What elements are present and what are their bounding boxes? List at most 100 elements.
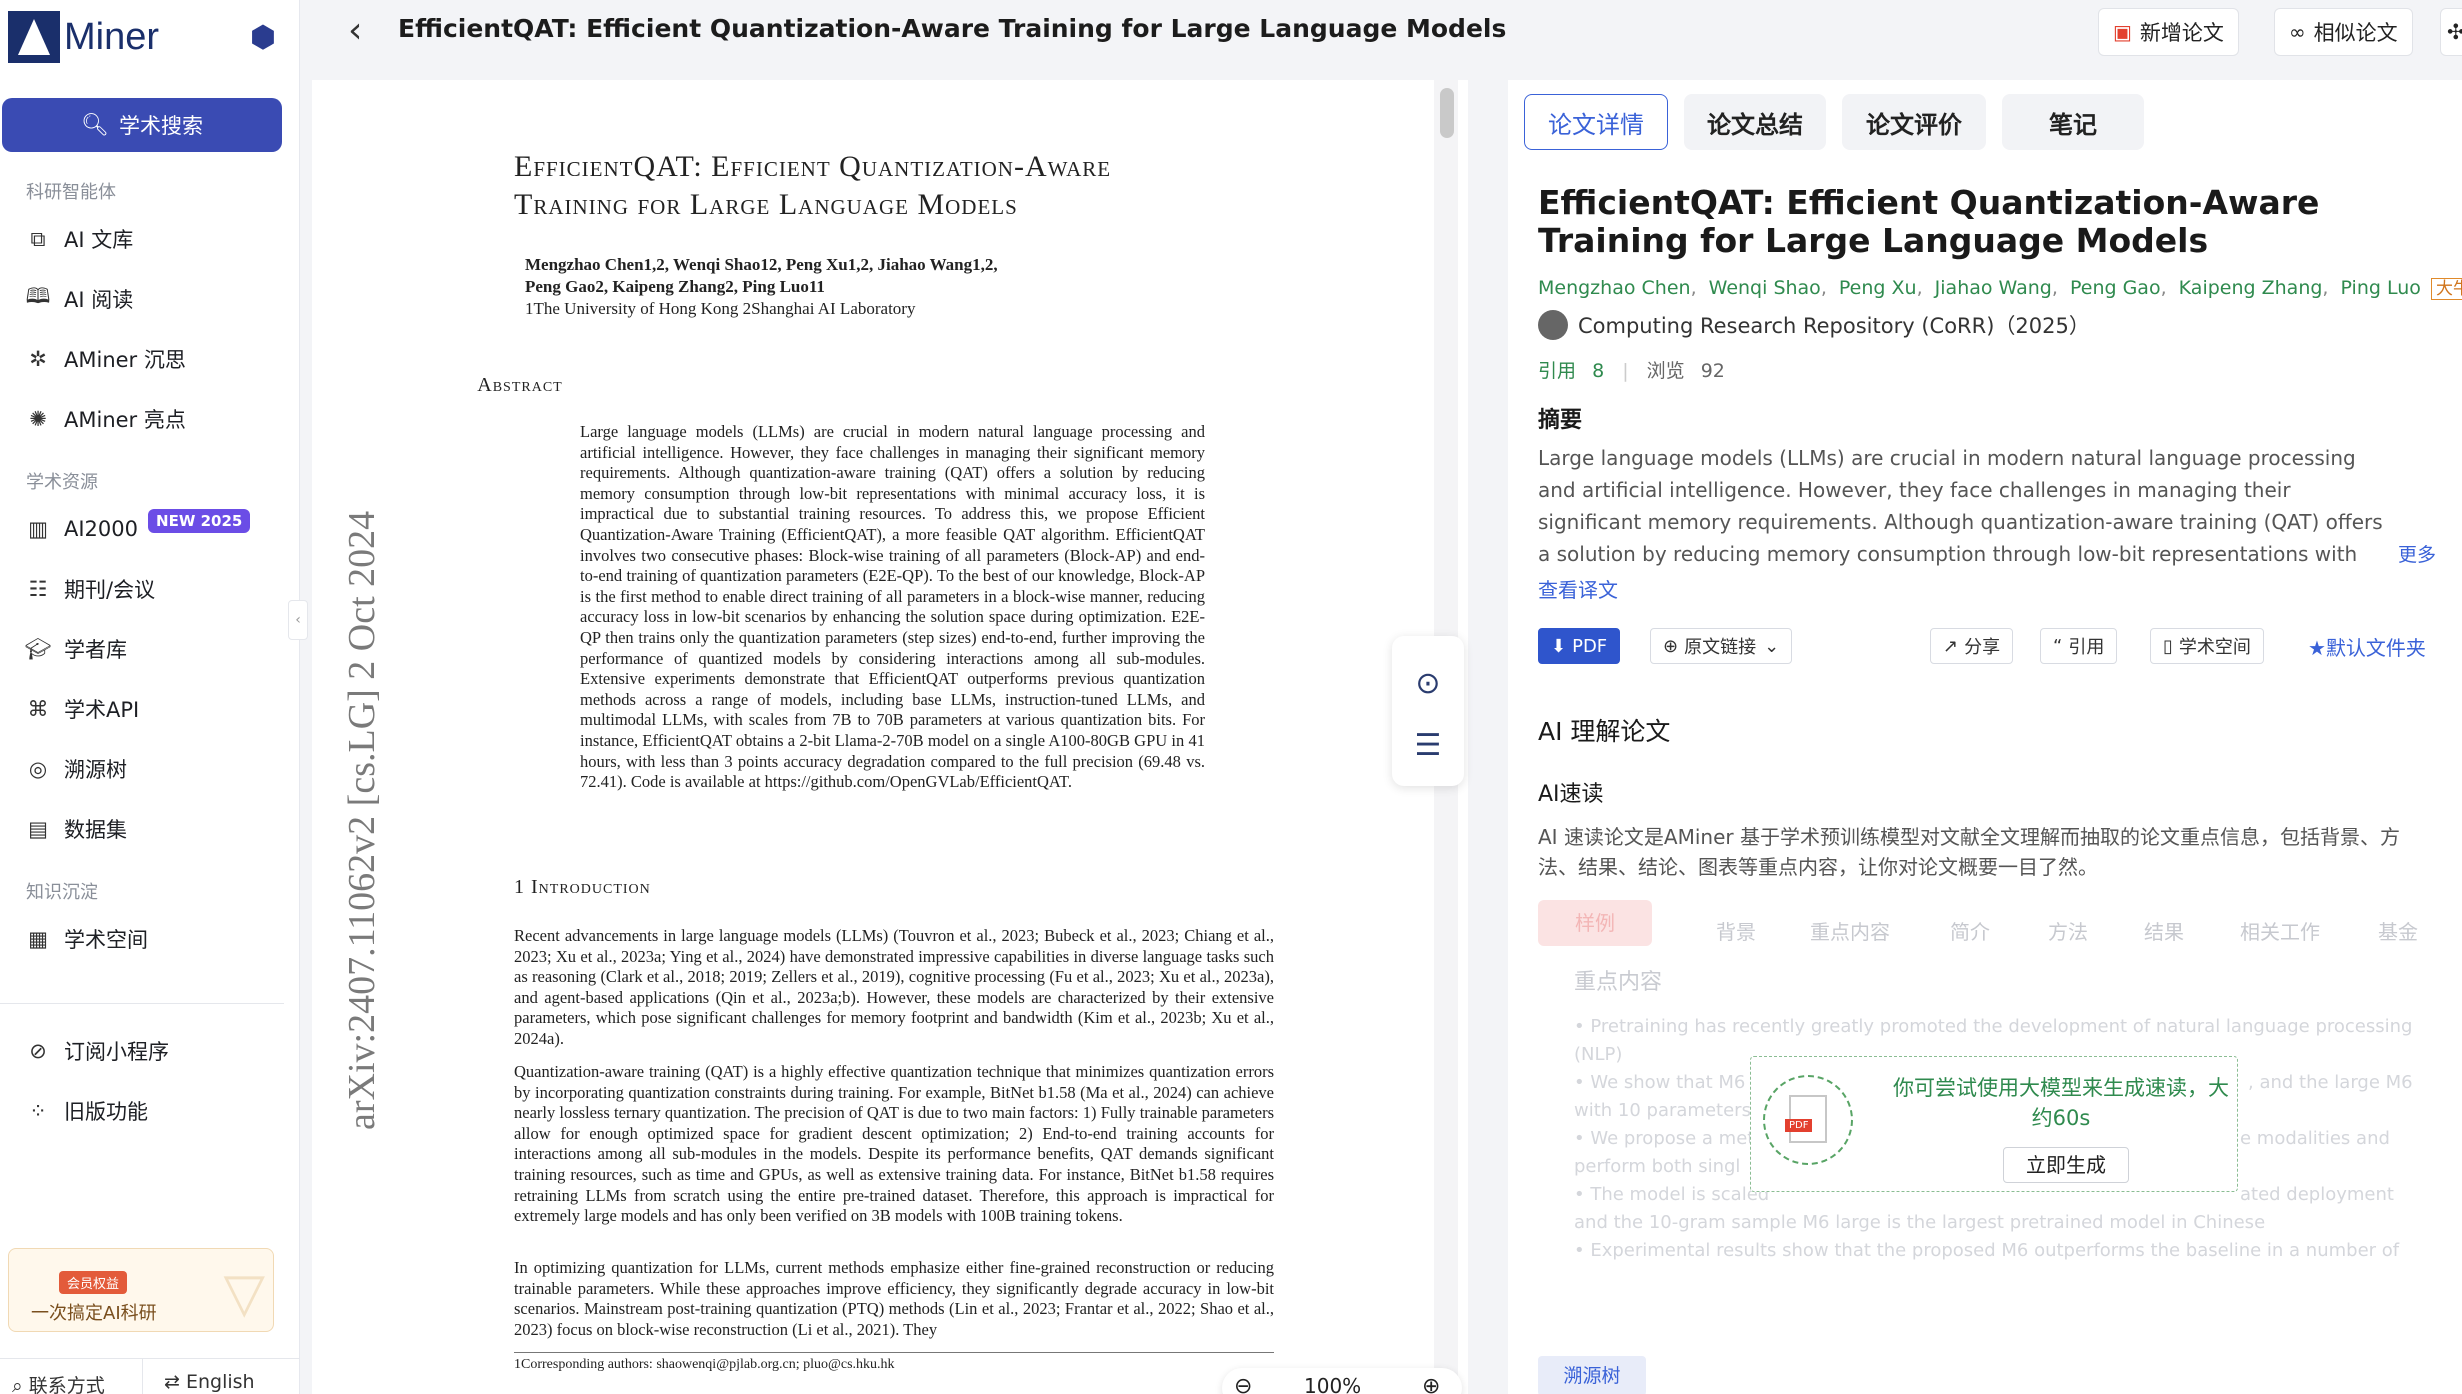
zoom-in-icon[interactable]: ⊕	[1422, 1374, 1440, 1394]
sidebar-item-aminer-highlights[interactable]: ✺ AMiner 亮点	[24, 402, 186, 436]
sidebar-item-ai-reading[interactable]: 🕮︎ AI 阅读	[24, 282, 134, 316]
tab-notes[interactable]: 笔记	[2002, 94, 2144, 150]
source-link-button[interactable]: ⊕ 原文链接 ⌄	[1650, 628, 1793, 664]
more-link[interactable]: 更多	[2398, 540, 2436, 567]
author-link[interactable]: Peng Xu	[1839, 277, 1917, 299]
tab-paper-summary[interactable]: 论文总结	[1684, 94, 1826, 150]
back-arrow-icon[interactable]: ‹	[348, 10, 362, 51]
sidebar-item-journals[interactable]: ☷ 期刊/会议	[24, 572, 156, 606]
logo-mark	[8, 11, 60, 63]
sidebar-item-datasets[interactable]: ▤ 数据集	[24, 812, 127, 846]
category-tab-background[interactable]: 背景	[1716, 916, 1756, 945]
sidebar-item-label: AI2000	[64, 517, 139, 541]
contact-link[interactable]: ⌕ 联系方式	[12, 1371, 105, 1394]
category-tab-method[interactable]: 方法	[2048, 916, 2088, 945]
author-link[interactable]: Wenqi Shao	[1709, 277, 1821, 299]
sidebar-item-subscribe[interactable]: ⊘ 订阅小程序	[24, 1034, 169, 1068]
pdf-scroll-thumb[interactable]	[1440, 88, 1454, 138]
default-folder-button[interactable]: ★默认文件夹	[2308, 632, 2426, 661]
sidebar-item-label: AMiner 沉思	[64, 348, 186, 372]
academic-space-label: 学术空间	[2178, 637, 2251, 658]
sidebar-item-label: 学术API	[64, 698, 140, 722]
plugin-icon[interactable]: ⬢	[245, 20, 281, 56]
sidebar-item-legacy[interactable]: ⁘ 旧版功能	[24, 1094, 148, 1128]
aminer-logo[interactable]: Miner	[8, 10, 159, 64]
share-button[interactable]: ↗ 分享	[1930, 628, 2014, 664]
bookmark-doc-icon: ▯	[2163, 635, 2173, 657]
promo-text: 一次搞定AI科研	[31, 1303, 157, 1324]
pdf-button[interactable]: ⬇ PDF	[1538, 628, 1621, 664]
sidebar-item-label: 溯源树	[64, 758, 127, 782]
ai-quick-read-heading: AI速读	[1538, 782, 1604, 807]
zoom-out-icon[interactable]: ⊖	[1234, 1374, 1252, 1394]
pdf-title-line1: EfficientQAT: Efficient Quantization-Awa…	[514, 150, 1112, 183]
tab-paper-details[interactable]: 论文详情	[1524, 94, 1668, 150]
stats-separator: |	[1622, 360, 1629, 382]
star-icon: ★	[2308, 636, 2326, 660]
trace-tree-tab[interactable]: 溯源树	[1538, 1356, 1646, 1394]
sidebar-item-api[interactable]: ⌘ 学术API	[24, 692, 140, 726]
category-tab-related-work[interactable]: 相关工作	[2240, 916, 2320, 945]
sidebar-item-label: 学术空间	[64, 928, 148, 952]
pdf-authors-line2: Peng Gao2, Kaipeng Zhang2, Ping Luo11	[525, 277, 825, 296]
sidebar-item-ai-library[interactable]: ⧉ AI 文库	[24, 222, 134, 256]
more-tools-button[interactable]: ✣	[2440, 8, 2462, 56]
search-icon: 🔍︎	[81, 112, 109, 138]
author-list: Mengzhao Chen, Wenqi Shao, Peng Xu, Jiah…	[1538, 274, 2462, 300]
author-link[interactable]: Kaipeng Zhang	[2179, 277, 2323, 299]
pdf-label: PDF	[1572, 635, 1608, 657]
generate-now-button[interactable]: 立即生成	[2003, 1147, 2129, 1183]
paper-title: EfficientQAT: Efficient Quantization-Awa…	[1538, 183, 2320, 260]
category-tab-funding[interactable]: 基金	[2378, 916, 2418, 945]
sidebar-item-ai2000[interactable]: ▥ AI2000 NEW 2025	[24, 509, 251, 546]
contact-label: 联系方式	[28, 1375, 105, 1394]
cite-button[interactable]: “引用	[2040, 628, 2118, 664]
subscribe-icon: ⊘	[29, 1039, 47, 1063]
sample-line: • We show that M6 ou	[1574, 1072, 1774, 1093]
sidebar-item-label: 数据集	[64, 818, 127, 842]
sample-line-tail: e modalities and	[2240, 1128, 2390, 1149]
membership-promo[interactable]: 会员权益 一次搞定AI科研 ▽	[8, 1248, 274, 1332]
author-link[interactable]: Mengzhao Chen	[1538, 277, 1691, 299]
author-link[interactable]: Peng Gao	[2070, 277, 2161, 299]
academic-space-button[interactable]: ▯ 学术空间	[2150, 628, 2264, 664]
academic-search-button[interactable]: 🔍︎ 学术搜索	[2, 98, 282, 152]
scholar-icon: 🎓︎	[24, 636, 52, 661]
sample-line: • Pretraining has recently greatly promo…	[1574, 1016, 2413, 1037]
category-tab-results[interactable]: 结果	[2144, 916, 2184, 945]
arxiv-stamp: arXiv:2407.11062v2 [cs.LG] 2 Oct 2024	[341, 510, 383, 1130]
add-paper-button[interactable]: ▣ 新增论文	[2098, 8, 2239, 56]
outline-icon[interactable]: ☰	[1410, 728, 1446, 764]
think-icon: ✲	[29, 347, 47, 371]
sidebar-item-label: 学者库	[64, 638, 127, 662]
pdf-abstract: Large language models (LLMs) are crucial…	[580, 422, 1205, 792]
cite-label[interactable]: 引用	[1538, 360, 1576, 382]
view-translation-link[interactable]: 查看译文	[1538, 574, 1618, 603]
category-tab-intro[interactable]: 简介	[1950, 916, 1990, 945]
sidebar-collapse-handle[interactable]: ‹	[288, 600, 308, 640]
pdf-viewer[interactable]: arXiv:2407.11062v2 [cs.LG] 2 Oct 2024 Ef…	[312, 80, 1468, 1394]
category-tab-key-content[interactable]: 重点内容	[1810, 916, 1890, 945]
sample-tab[interactable]: 样例	[1538, 900, 1652, 946]
locate-icon[interactable]: ⊙	[1410, 666, 1446, 702]
author-link[interactable]: Ping Luo	[2341, 277, 2421, 299]
pdf-download-icon: ⬇	[1551, 635, 1567, 657]
default-folder-label: 默认文件夹	[2325, 636, 2426, 660]
language-switch[interactable]: ⇄ English	[164, 1371, 255, 1393]
api-icon: ⌘	[27, 697, 49, 721]
pdf-section-heading: 1 Introduction	[514, 876, 651, 898]
sample-line: and the 10-gram sample M6 large is the l…	[1574, 1212, 2266, 1233]
venue[interactable]: Computing Research Repository (CoRR)（202…	[1538, 310, 2090, 340]
pdf-affiliation: 1The University of Hong Kong 2Shanghai A…	[525, 299, 916, 318]
author-link[interactable]: Jiahao Wang	[1935, 277, 2052, 299]
sidebar-item-academic-space[interactable]: ▦ 学术空间	[24, 922, 148, 956]
sidebar-item-label: 旧版功能	[64, 1100, 148, 1124]
similar-papers-button[interactable]: ∞ 相似论文	[2274, 8, 2413, 56]
sidebar-item-scholars[interactable]: 🎓︎ 学者库	[24, 632, 127, 666]
sidebar-item-trace-tree[interactable]: ◎ 溯源树	[24, 752, 127, 786]
globe-small-icon: ⊕	[1663, 635, 1679, 657]
cite-count[interactable]: 8	[1592, 360, 1604, 382]
sidebar-item-aminer-think[interactable]: ✲ AMiner 沉思	[24, 342, 186, 376]
tab-paper-review[interactable]: 论文评价	[1842, 94, 1986, 150]
sidebar-item-label: 订阅小程序	[64, 1040, 169, 1064]
